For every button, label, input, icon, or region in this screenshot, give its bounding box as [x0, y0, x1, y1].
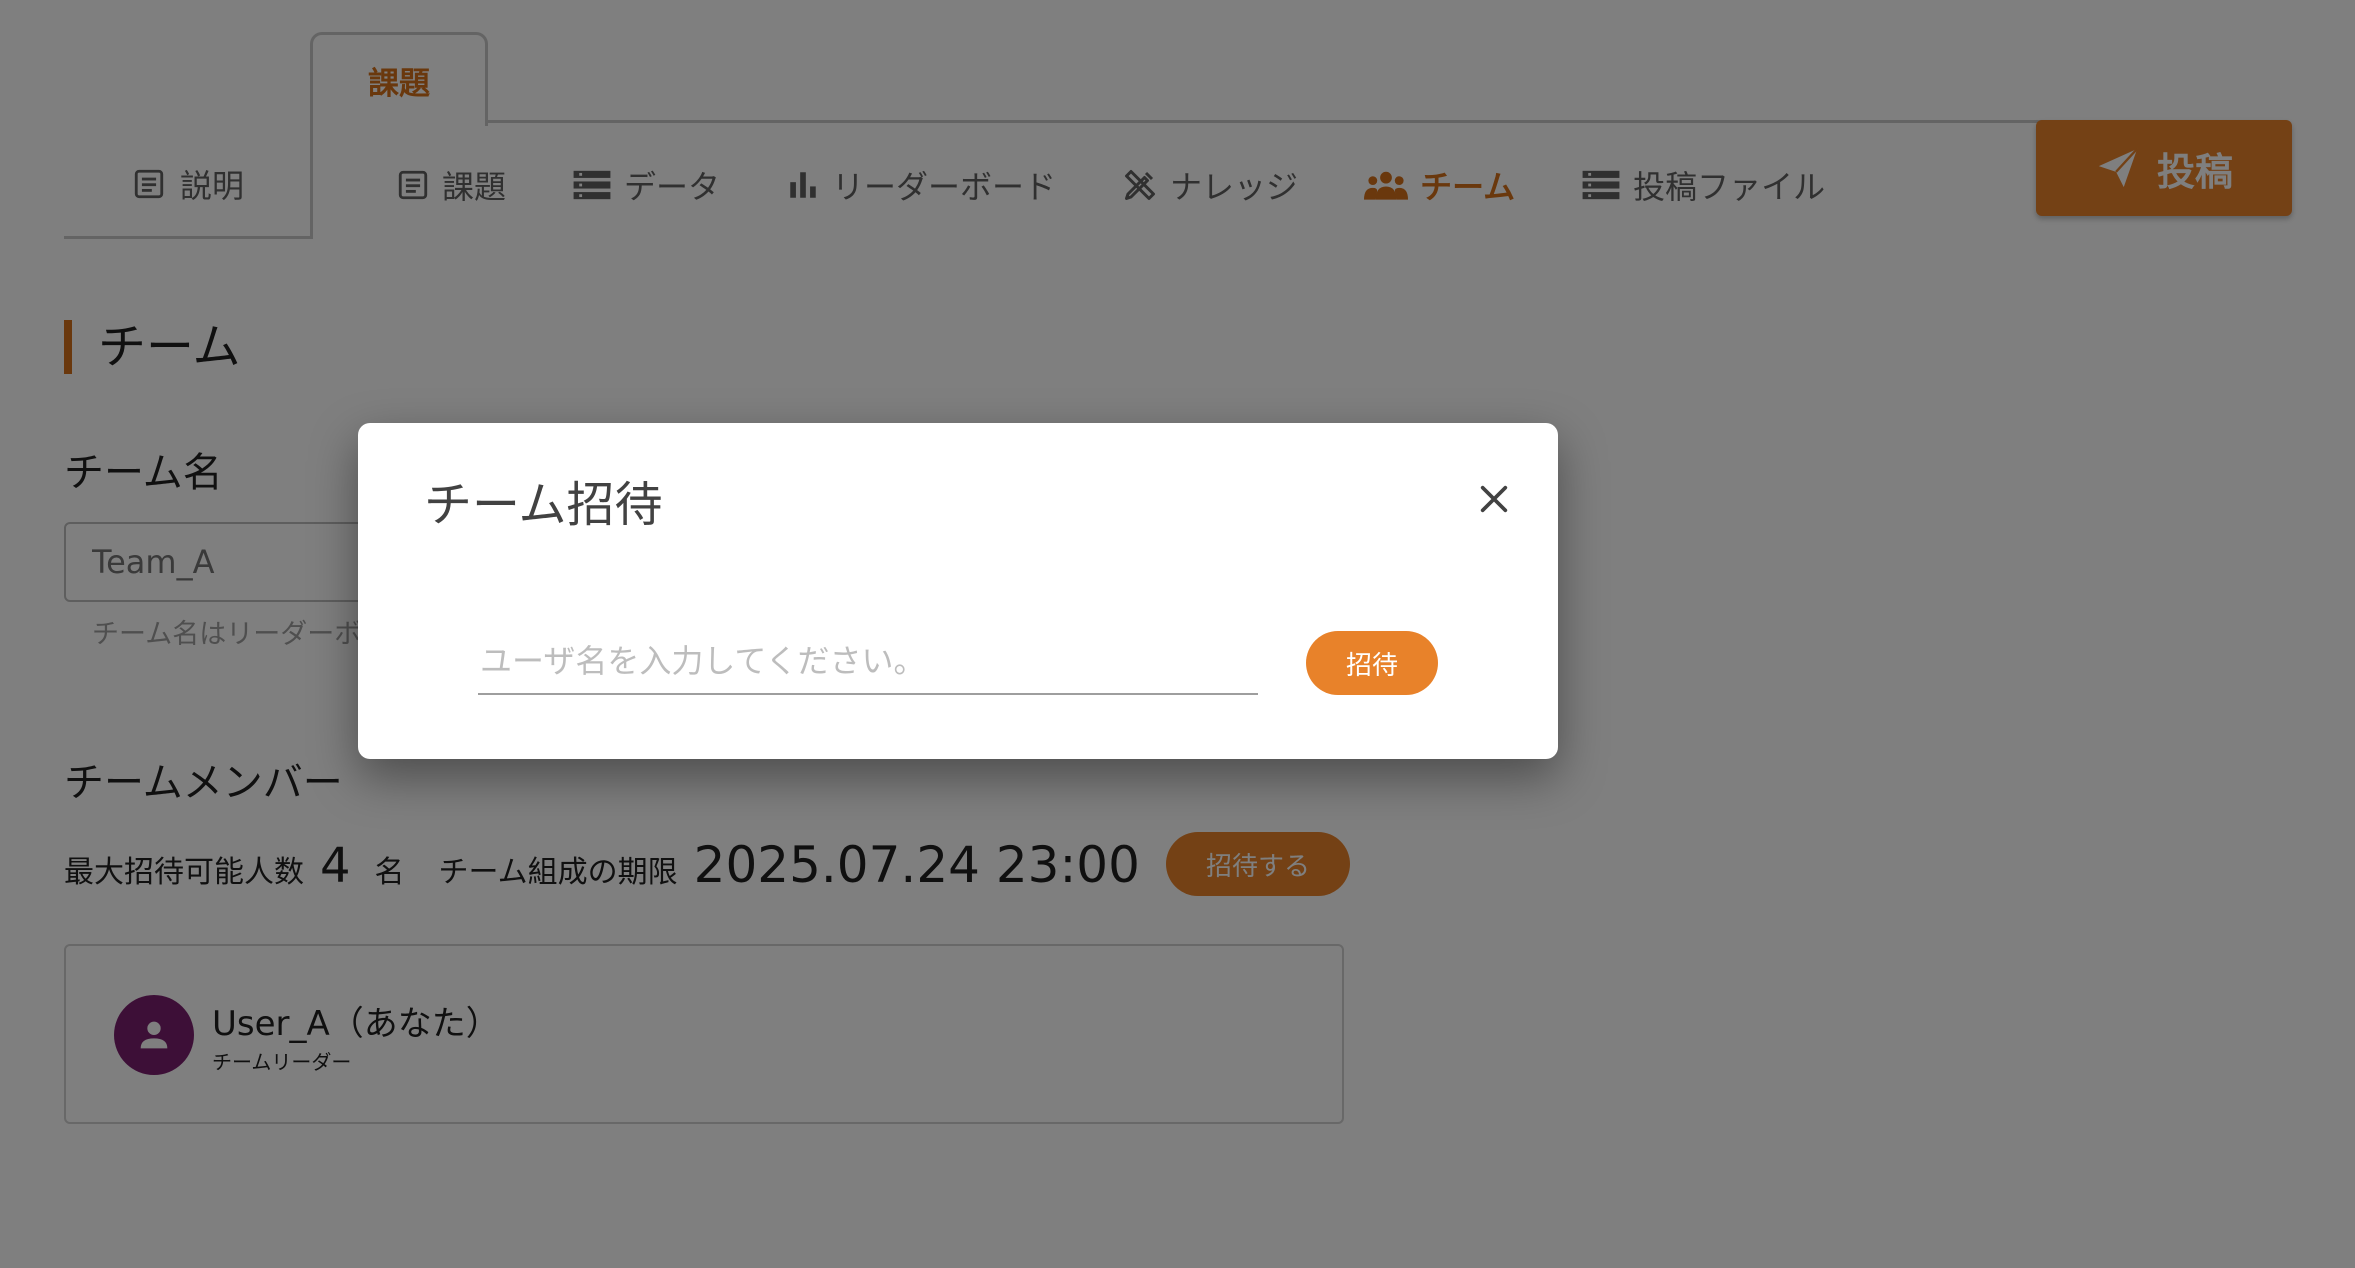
team-invite-dialog: チーム招待 招待	[358, 423, 1558, 759]
username-input[interactable]	[478, 629, 1258, 695]
invite-submit-button[interactable]: 招待	[1306, 631, 1438, 695]
app-root: 説明 課題 課題 データ リーダーボード ナレッジ チーム 投稿ファイル	[0, 0, 2355, 1268]
close-button[interactable]	[1464, 469, 1524, 529]
close-icon	[1480, 485, 1508, 513]
dialog-title: チーム招待	[424, 477, 663, 533]
